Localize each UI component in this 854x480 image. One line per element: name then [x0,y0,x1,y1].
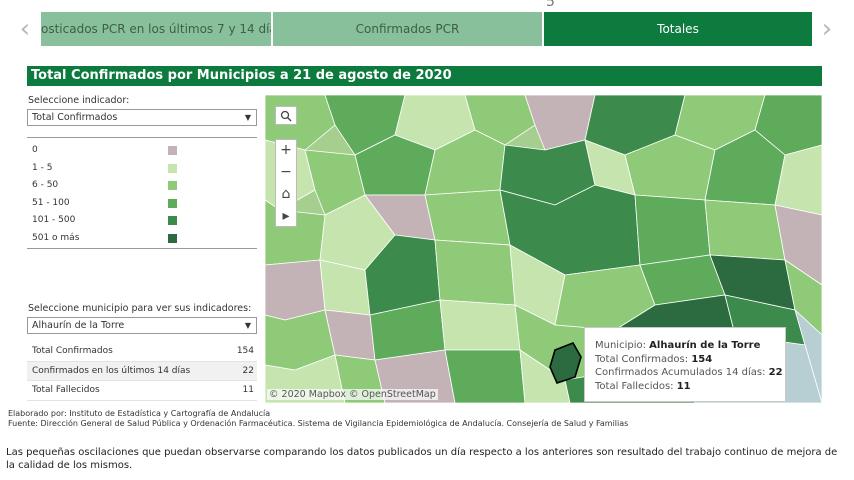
map-legend: 0 1 - 5 6 - 50 51 - 100 101 - 500 501 o … [27,142,257,247]
legend-swatch [168,181,177,190]
legend-item: 101 - 500 [27,212,257,230]
stat-row-confirmados-14-dias: Confirmados en los últimos 14 días 22 [27,361,257,381]
legend-item: 0 [27,142,257,160]
indicator-selected-value: Total Confirmados [32,112,118,123]
tooltip-label: Total Confirmados: [595,353,689,365]
chevron-down-icon: ▼ [244,113,251,122]
tab-totales[interactable]: Totales [544,12,812,46]
legend-item-label: 0 [32,145,38,155]
chevron-down-icon: ▼ [244,321,251,330]
tab-bar: osticados PCR en los últimos 7 y 14 días… [41,12,812,46]
legend-item: 6 - 50 [27,177,257,195]
tooltip-fallecidos: Total Fallecidos: 11 [595,380,785,394]
play-icon[interactable]: ▸ [276,206,296,228]
legend-item-label: 51 - 100 [32,197,70,208]
municipio-stats-table: Total Confirmados 154 Confirmados en los … [27,342,257,401]
zoom-out-button[interactable]: − [276,162,296,184]
legend-item: 1 - 5 [27,160,257,178]
stat-row-total-confirmados: Total Confirmados 154 [27,342,257,362]
map-search-button[interactable] [275,106,297,125]
tooltip-value: Alhaurín de la Torre [649,340,761,351]
legend-top-divider [27,137,257,138]
page-number: 5 [546,0,555,10]
tooltip-label: Confirmados Acumulados 14 días: [595,367,766,378]
tooltip-value: 11 [676,380,691,392]
page-title: Total Confirmados por Municipios a 21 de… [27,66,822,86]
tooltip-acumulados: Confirmados Acumulados 14 días: 22 [595,366,785,380]
tooltip-value: 154 [691,353,713,365]
tab-confirmados-pcr[interactable]: Confirmados PCR [273,12,542,46]
legend-swatch [168,163,177,173]
tooltip-label: Municipio: [595,340,646,351]
map-zoom-controls: + − ⌂ ▸ [275,139,297,227]
legend-item-label: 501 o más [32,232,80,243]
indicator-label: Seleccione indicador: [28,95,130,106]
municipality-tooltip: Municipio: Alhaurín de la Torre Total Co… [584,327,786,402]
legend-item: 501 o más [27,230,257,248]
home-icon[interactable]: ⌂ [276,184,296,206]
footer-note: Las pequeñas oscilaciones que puedan obs… [6,447,838,471]
stat-value: 154 [236,346,254,356]
legend-item-label: 101 - 500 [32,215,76,225]
legend-swatch [168,198,177,208]
next-page-arrow[interactable]: › [818,16,836,42]
source-elaborado: Elaborado por: Instituto de Estadística … [8,409,271,418]
indicator-dropdown[interactable]: Total Confirmados ▼ [27,109,257,126]
municipio-selected-value: Alhaurín de la Torre [32,320,125,331]
stat-label: Confirmados en los últimos 14 días [32,365,191,376]
previous-page-arrow[interactable]: ‹ [16,16,34,42]
municipio-label: Seleccione municipio para ver sus indica… [28,303,252,314]
tooltip-municipio: Municipio: Alhaurín de la Torre [595,339,785,353]
legend-item-label: 1 - 5 [32,162,53,173]
legend-swatch [168,216,177,225]
tooltip-total: Total Confirmados: 154 [595,353,785,367]
source-fuente: Fuente: Dirección General de Salud Públi… [8,419,629,428]
search-icon [280,110,292,122]
municipio-dropdown[interactable]: Alhaurín de la Torre ▼ [27,317,257,334]
stat-label: Total Confirmados [32,346,113,356]
tab-diagnosticados-pcr[interactable]: osticados PCR en los últimos 7 y 14 días [41,12,271,46]
legend-swatch [168,233,177,243]
stat-value: 22 [242,365,254,376]
legend-swatch [168,146,177,155]
stat-label: Total Fallecidos [32,385,100,395]
map-attribution[interactable]: © 2020 Mapbox © OpenStreetMap [267,389,438,400]
tooltip-value: 22 [768,367,783,378]
legend-bottom-divider [27,248,257,249]
stat-row-total-fallecidos: Total Fallecidos 11 [27,381,257,401]
legend-item: 51 - 100 [27,195,257,213]
legend-item-label: 6 - 50 [32,180,59,190]
stat-value: 11 [242,385,254,395]
tooltip-label: Total Fallecidos: [595,380,674,392]
zoom-in-button[interactable]: + [276,140,296,162]
